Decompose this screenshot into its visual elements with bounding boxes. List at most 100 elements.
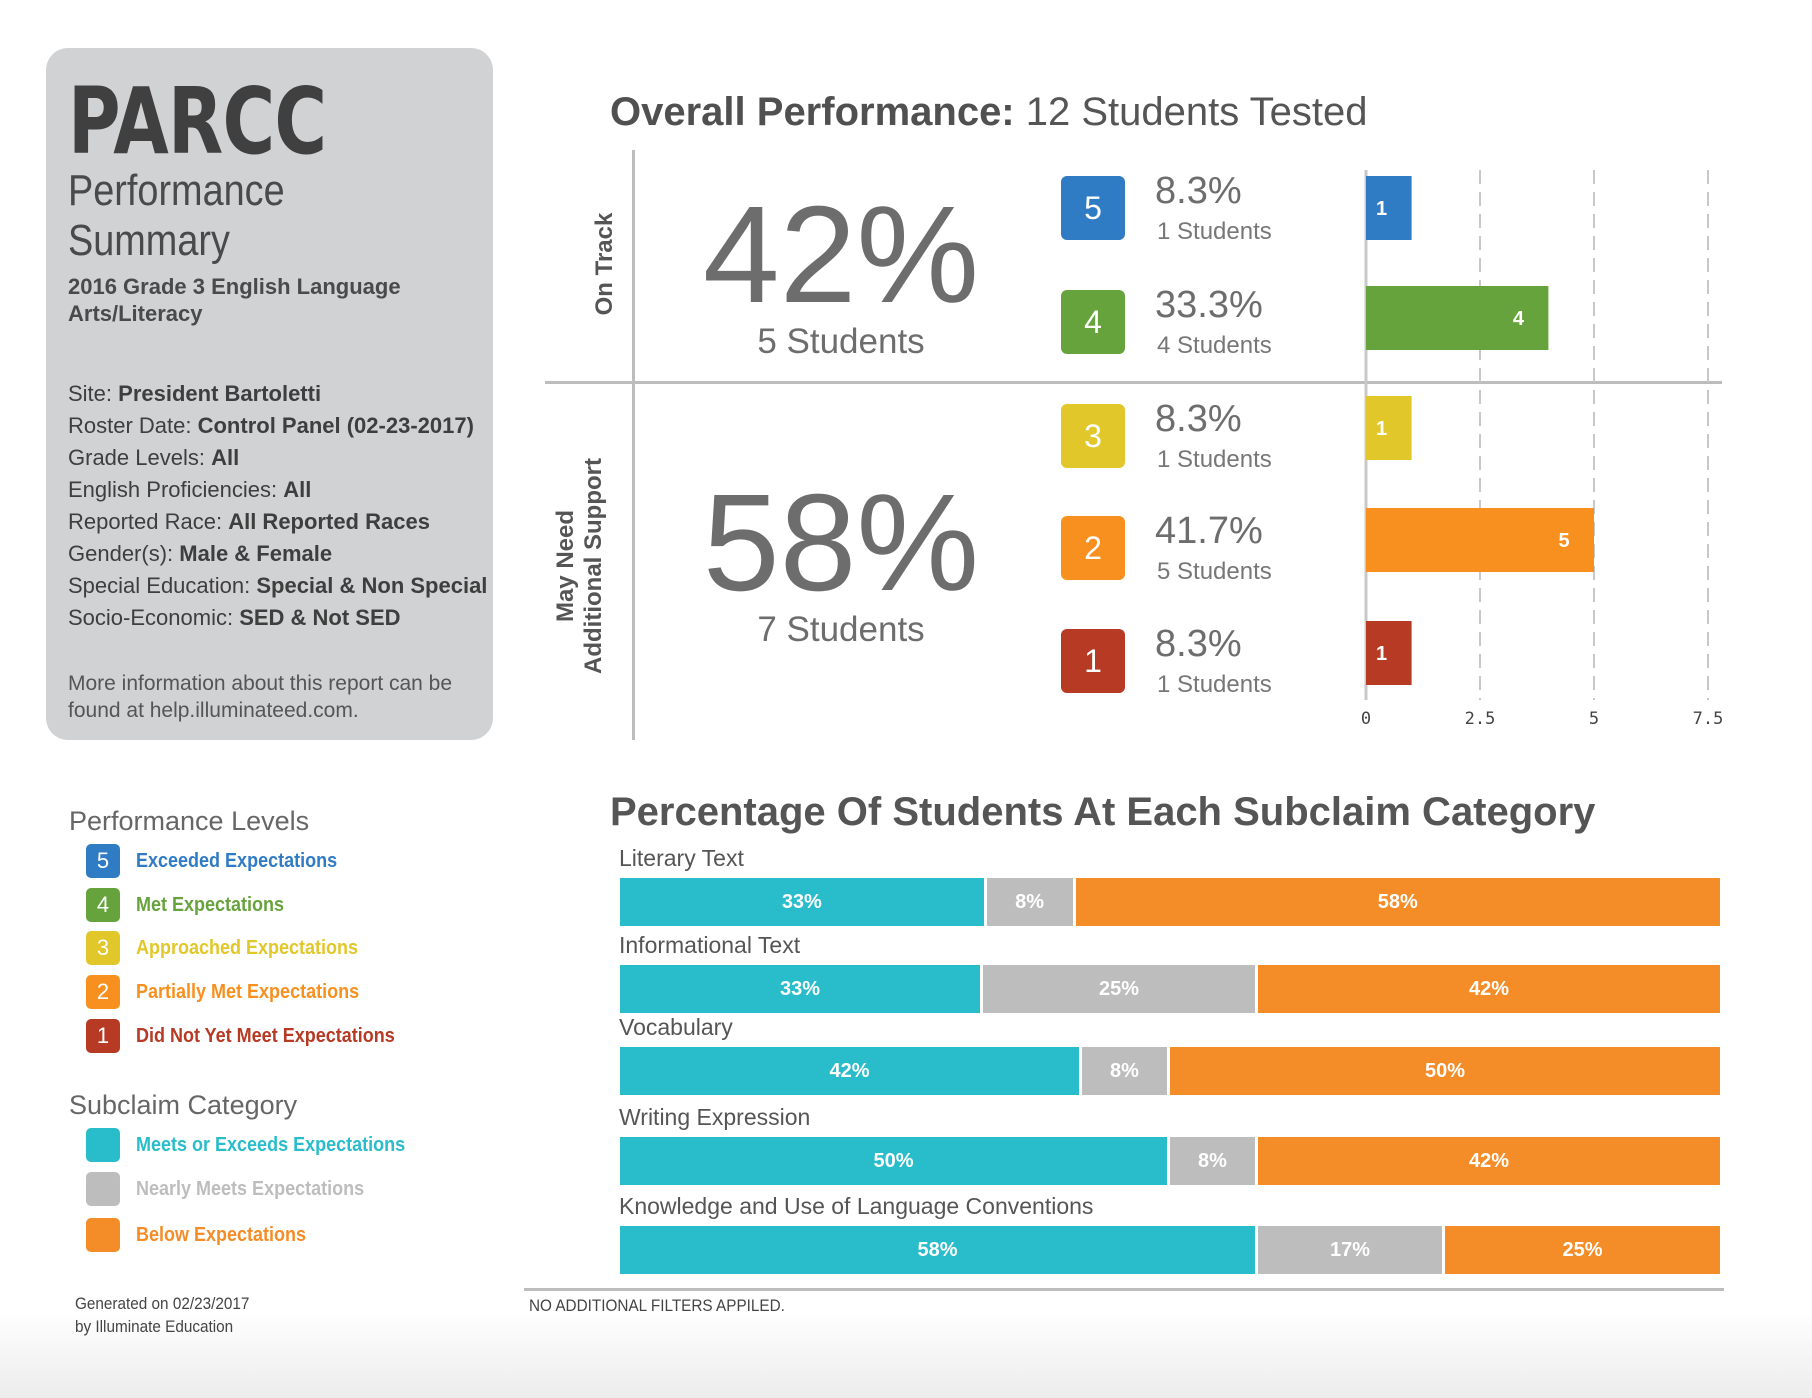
legend-level-4: 4 Met Expectations <box>86 888 300 922</box>
filter-special-education: Special Education: Special & Non Special <box>68 570 488 602</box>
filter-label: Special Education: <box>68 573 257 598</box>
level-2-badge: 2 <box>1061 516 1125 580</box>
filter-site: Site: President Bartoletti <box>68 378 488 410</box>
subclaim-segment: 33% <box>620 965 983 1013</box>
legend-label: Partially Met Expectations <box>136 980 360 1003</box>
filter-gender: Gender(s): Male & Female <box>68 538 488 570</box>
help-info-line2: found at help.illuminateed.com. <box>68 699 359 722</box>
filter-label: Reported Race: <box>68 509 229 534</box>
subclaim-bar: 58% 17% 25% <box>620 1226 1720 1274</box>
legend-level-1: 1 Did Not Yet Meet Expectations <box>86 1019 423 1053</box>
level-5-badge: 5 <box>1061 176 1125 240</box>
subclaim-label: Vocabulary <box>619 1014 733 1040</box>
legend-nearly-meets: Nearly Meets Expectations <box>86 1172 389 1206</box>
level-5-percent: 8.3% <box>1155 170 1242 212</box>
on-track-label: On Track <box>591 212 618 316</box>
legend-label: Nearly Meets Expectations <box>136 1177 365 1200</box>
legend-meets-exceeds: Meets or Exceeds Expectations <box>86 1128 435 1162</box>
subclaim-segment: 42% <box>1258 965 1720 1013</box>
on-track-students: 5 Students <box>757 322 925 361</box>
generated-note: Generated on 02/23/2017 by Illuminate Ed… <box>75 1292 249 1338</box>
level-3-count: 1 Students <box>1157 446 1272 473</box>
level-4-percent: 33.3% <box>1155 284 1263 326</box>
level-2-count: 5 Students <box>1157 558 1272 585</box>
filter-grade-levels: Grade Levels: All <box>68 442 488 474</box>
level-2-percent: 41.7% <box>1155 510 1263 552</box>
help-info-line1: More information about this report can b… <box>68 672 453 695</box>
legend-swatch <box>86 1172 120 1206</box>
performance-legend-title: Performance Levels <box>69 806 310 836</box>
help-info: More information about this report can b… <box>68 670 468 724</box>
group-divider-vertical <box>632 150 635 740</box>
legend-level-5: 5 Exceeded Expectations <box>86 844 359 878</box>
subclaim-segment: 50% <box>620 1137 1170 1185</box>
filters-note: NO ADDITIONAL FILTERS APPILED. <box>529 1296 785 1315</box>
filter-value: SED & Not SED <box>239 605 401 630</box>
filter-roster-date: Roster Date: Control Panel (02-23-2017) <box>68 410 488 442</box>
test-name: 2016 Grade 3 English Language Arts/Liter… <box>68 274 401 326</box>
generated-date: Generated on 02/23/2017 <box>75 1294 250 1313</box>
filter-label: English Proficiencies: <box>68 477 284 502</box>
level-3-badge: 3 <box>1061 404 1125 468</box>
x-tick-label: 2.5 <box>1465 709 1496 729</box>
level-count-chart: 0 2.5 5 7.5 1 4 1 5 1 <box>1361 170 1724 729</box>
subclaim-legend-title: Subclaim Category <box>69 1090 298 1120</box>
legend-label: Exceeded Expectations <box>136 849 338 872</box>
subclaim-segment: 58% <box>1075 878 1720 926</box>
legend-label: Below Expectations <box>136 1223 307 1246</box>
footer-divider <box>524 1288 1724 1291</box>
subclaim-bar: 50% 8% 42% <box>620 1137 1720 1185</box>
level-bar-value: 1 <box>1376 418 1387 440</box>
legend-below: Below Expectations <box>86 1218 325 1252</box>
level-1-count: 1 Students <box>1157 671 1272 698</box>
support-percent: 58% <box>702 466 980 620</box>
subclaim-segment: 8% <box>1082 1047 1170 1095</box>
filter-value: All <box>283 477 312 502</box>
subclaim-bar: 42% 8% 50% <box>620 1047 1720 1095</box>
level-bar-value: 5 <box>1558 530 1569 552</box>
filter-value: All Reported Races <box>228 509 430 534</box>
subclaim-heading: Percentage Of Students At Each Subclaim … <box>610 790 1596 834</box>
filter-label: Grade Levels: <box>68 445 212 470</box>
level-4-count: 4 Students <box>1157 332 1272 359</box>
legend-swatch: 3 <box>86 931 120 965</box>
legend-level-2: 2 Partially Met Expectations <box>86 975 384 1009</box>
overall-heading: Overall Performance: 12 Students Tested <box>610 90 1368 135</box>
legend-label: Meets or Exceeds Expectations <box>136 1133 406 1156</box>
subclaim-bar: 33% 8% 58% <box>620 878 1720 926</box>
level-5-count: 1 Students <box>1157 218 1272 245</box>
report-subtitle: Performance Summary <box>68 166 326 266</box>
filter-value: Control Panel (02-23-2017) <box>197 413 474 438</box>
subclaim-segment: 8% <box>986 878 1076 926</box>
filter-socio-economic: Socio-Economic: SED & Not SED <box>68 602 488 634</box>
subclaim-segment: 33% <box>620 878 987 926</box>
subclaim-segment: 42% <box>1258 1137 1720 1185</box>
x-tick-label: 7.5 <box>1693 709 1724 729</box>
legend-swatch: 2 <box>86 975 120 1009</box>
legend-label: Did Not Yet Meet Expectations <box>136 1024 395 1047</box>
legend-swatch: 5 <box>86 844 120 878</box>
filter-value: Special & Non Special <box>256 573 488 598</box>
subclaim-label: Literary Text <box>619 845 744 871</box>
subclaim-segment: 8% <box>1170 1137 1258 1185</box>
legend-swatch <box>86 1218 120 1252</box>
legend-label: Approached Expectations <box>136 936 359 959</box>
legend-swatch: 4 <box>86 888 120 922</box>
filter-label: Roster Date: <box>68 413 198 438</box>
level-bar-1 <box>1366 621 1412 685</box>
subclaim-segment: 17% <box>1258 1226 1445 1274</box>
filter-value: All <box>211 445 240 470</box>
support-label: May Need Additional Support <box>552 446 608 686</box>
filter-value: Male & Female <box>179 541 333 566</box>
subclaim-segment: 25% <box>1445 1226 1720 1274</box>
report-subtitle-line1: Performance <box>68 166 285 215</box>
overall-heading-bold: Overall Performance: <box>610 90 1015 134</box>
level-bar-5 <box>1366 176 1412 240</box>
overall-heading-count: 12 Students Tested <box>1014 90 1368 134</box>
subclaim-segment: 58% <box>620 1226 1258 1274</box>
report-subtitle-line2: Summary <box>68 216 230 265</box>
level-3-percent: 8.3% <box>1155 398 1242 440</box>
filter-english-proficiencies: English Proficiencies: All <box>68 474 488 506</box>
subclaim-segment: 42% <box>620 1047 1082 1095</box>
support-label-line2: Additional Support <box>580 458 607 674</box>
